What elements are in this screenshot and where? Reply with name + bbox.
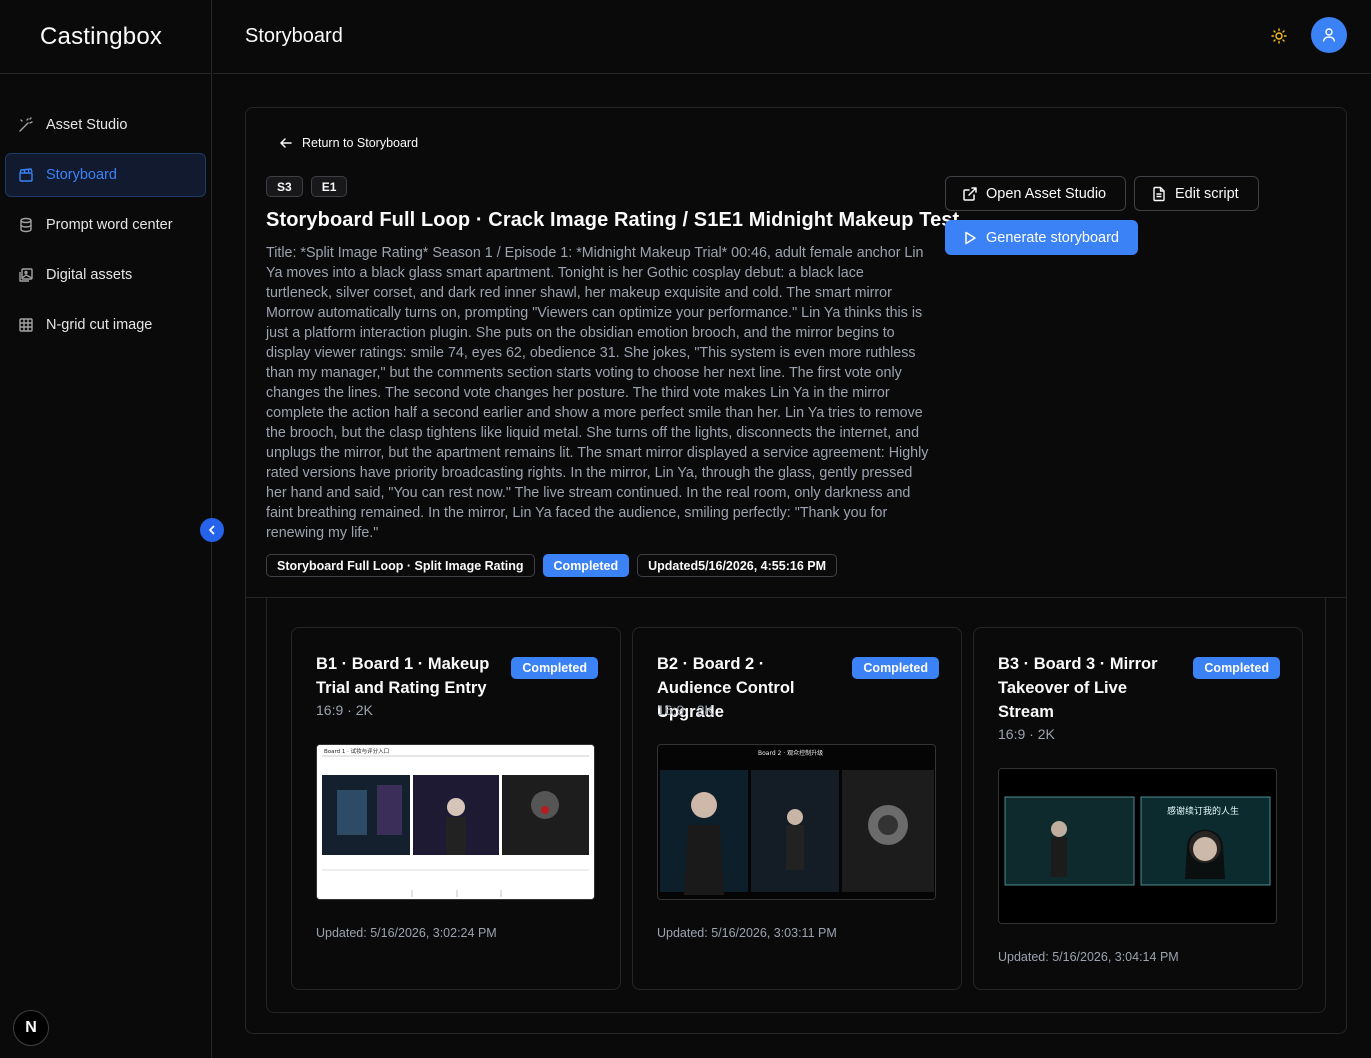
board-thumbnail[interactable]: 感谢续订我的人生: [998, 768, 1277, 924]
clapperboard-icon: [18, 167, 34, 183]
thumb-heading: Board 1 · 试妆与评分入口: [324, 747, 389, 755]
sidebar-item-label: Digital assets: [46, 267, 133, 283]
sidebar-item-label: Storyboard: [46, 167, 117, 183]
project-tag: Storyboard Full Loop · Split Image Ratin…: [266, 554, 535, 577]
thumb-heading: Board 2 · 观众控制升级: [758, 749, 823, 757]
sidebar-nav: Asset Studio Storyboard Prompt word cent…: [0, 74, 211, 347]
sidebar-collapse-button[interactable]: [200, 518, 224, 542]
sidebar-item-label: Asset Studio: [46, 117, 128, 133]
status-badge: Completed: [1193, 657, 1280, 679]
images-icon: [18, 267, 34, 283]
episode-tags: S3 E1: [266, 176, 348, 197]
wand-icon: [18, 117, 34, 133]
return-to-storyboard-link[interactable]: Return to Storyboard: [279, 136, 418, 150]
sun-icon[interactable]: [1269, 26, 1289, 46]
sidebar-item-n-grid-cut-image[interactable]: N-grid cut image: [5, 303, 206, 347]
boards-section: B1 · Board 1 · Makeup Trial and Rating E…: [266, 548, 1326, 1013]
sidebar: Castingbox Asset Studio Storyboard Promp…: [0, 0, 212, 1058]
meta-row: Storyboard Full Loop · Split Image Ratin…: [266, 554, 837, 577]
top-header: Storyboard: [213, 0, 1371, 74]
storyboard-title: Storyboard Full Loop · Crack Image Ratin…: [266, 209, 960, 231]
sidebar-item-storyboard[interactable]: Storyboard: [5, 153, 206, 197]
board-spec: 16:9 · 2K: [998, 726, 1055, 742]
storyboard-detail-panel: B1 · Board 1 · Makeup Trial and Rating E…: [245, 107, 1347, 1034]
board-thumbnail[interactable]: Board 2 · 观众控制升级: [657, 744, 936, 900]
grid-icon: [18, 317, 34, 333]
button-label: Generate storyboard: [986, 229, 1119, 246]
status-badge: Completed: [852, 657, 939, 679]
sidebar-item-digital-assets[interactable]: Digital assets: [5, 253, 206, 297]
script-header-section: Return to Storyboard S3 E1 Storyboard Fu…: [246, 108, 1346, 598]
edit-script-button[interactable]: Edit script: [1134, 176, 1259, 211]
sidebar-item-asset-studio[interactable]: Asset Studio: [5, 103, 206, 147]
status-badge: Completed: [511, 657, 598, 679]
page-title: Storyboard: [245, 25, 343, 47]
updated-timestamp: Updated5/16/2026, 4:55:16 PM: [637, 554, 837, 577]
brand-logo[interactable]: Castingbox: [0, 0, 211, 74]
board-card[interactable]: B1 · Board 1 · Makeup Trial and Rating E…: [291, 627, 621, 990]
arrow-left-icon: [279, 136, 293, 150]
user-avatar-button[interactable]: [1311, 17, 1347, 53]
framework-badge[interactable]: N: [13, 1010, 49, 1046]
episode-tag: E1: [310, 176, 348, 197]
board-title: B1 · Board 1 · Makeup Trial and Rating E…: [316, 655, 490, 697]
board-card[interactable]: B2 · Board 2 · Audience Control Upgrade …: [632, 627, 962, 990]
user-icon: [1321, 27, 1337, 43]
database-icon: [18, 217, 34, 233]
sidebar-item-prompt-word-center[interactable]: Prompt word center: [5, 203, 206, 247]
external-link-icon: [962, 186, 978, 202]
board-thumbnail[interactable]: Board 1 · 试妆与评分入口: [316, 744, 595, 900]
thumb-heading: 感谢续订我的人生: [1167, 805, 1239, 817]
sidebar-item-label: Prompt word center: [46, 217, 173, 233]
generate-storyboard-button[interactable]: Generate storyboard: [945, 220, 1138, 255]
board-updated: Updated: 5/16/2026, 3:03:11 PM: [657, 926, 837, 940]
return-label: Return to Storyboard: [302, 136, 419, 150]
board-spec: 16:9 · 2K: [657, 702, 714, 718]
board-title: B3 · Board 3 · Mirror Takeover of Live S…: [998, 655, 1158, 721]
board-card[interactable]: B3 · Board 3 · Mirror Takeover of Live S…: [973, 627, 1303, 990]
file-text-icon: [1151, 186, 1167, 202]
button-label: Open Asset Studio: [986, 185, 1107, 202]
play-icon: [962, 230, 978, 246]
button-label: Edit script: [1175, 185, 1239, 202]
board-spec: 16:9 · 2K: [316, 702, 373, 718]
script-description: Title: *Split Image Rating* Season 1 / E…: [266, 245, 929, 541]
season-tag: S3: [266, 176, 303, 197]
board-updated: Updated: 5/16/2026, 3:02:24 PM: [316, 926, 497, 940]
board-updated: Updated: 5/16/2026, 3:04:14 PM: [998, 950, 1179, 964]
sidebar-item-label: N-grid cut image: [46, 317, 153, 333]
open-asset-studio-button[interactable]: Open Asset Studio: [945, 176, 1126, 211]
chevron-left-icon: [206, 524, 218, 536]
status-badge: Completed: [542, 554, 630, 577]
